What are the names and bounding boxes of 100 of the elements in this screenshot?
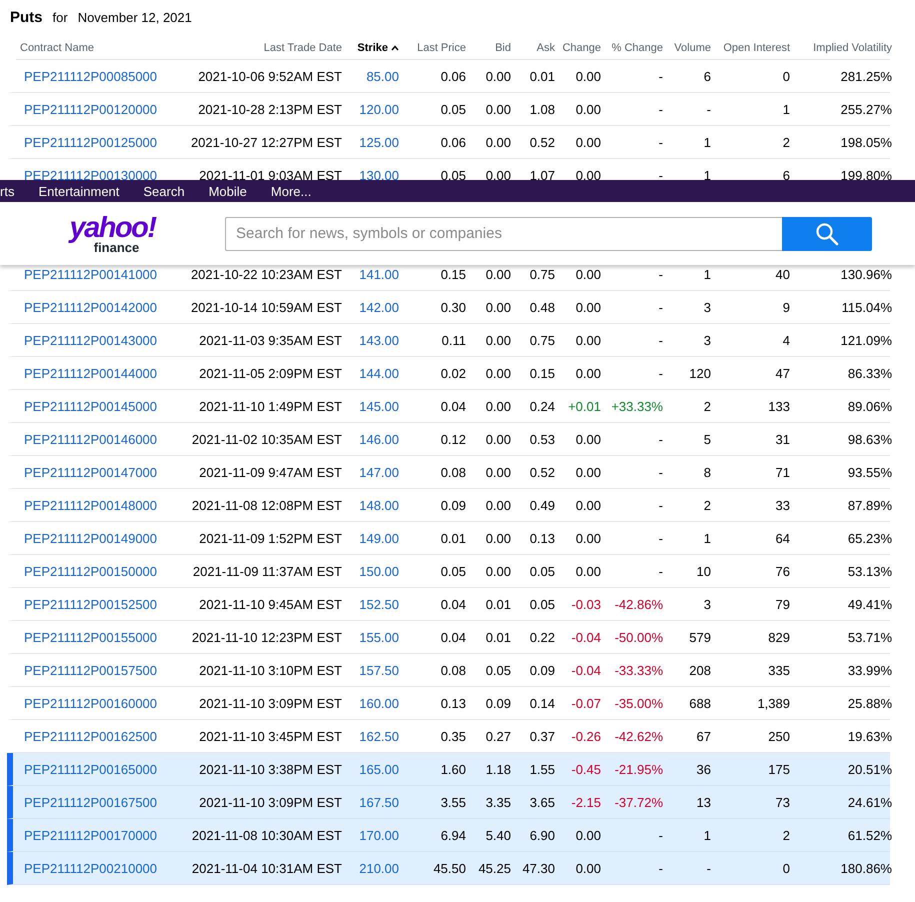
column-header[interactable]: Last Trade Date (180, 42, 348, 54)
strike-link[interactable]: 143.00 (348, 332, 405, 348)
table-cell-text: 2021-10-06 9:52AM EST (197, 68, 343, 84)
column-header[interactable]: Bid (472, 42, 517, 54)
table-cell-text: 2021-10-22 10:23AM EST (190, 266, 343, 282)
table-cell-text: 2021-11-10 9:45AM EST (198, 596, 343, 612)
percent-change-cell-text: -21.95% (614, 762, 664, 776)
nav-link[interactable]: Mobile (206, 184, 269, 198)
search-button[interactable] (782, 216, 872, 250)
table-cell-text: 33.99% (846, 662, 893, 678)
change-cell-text: -0.07 (570, 696, 602, 710)
table-cell-text: 65.23% (846, 530, 893, 546)
contract-link[interactable]: PEP211112P00125000 (16, 134, 180, 150)
percent-change-cell-text: -35.00% (614, 696, 664, 710)
contract-link[interactable]: PEP211112P00167500 (16, 794, 180, 810)
column-header[interactable]: % Change (607, 42, 669, 54)
strike-link[interactable]: 167.50 (348, 794, 405, 810)
strike-link[interactable]: 141.00 (348, 266, 405, 282)
contract-link[interactable]: PEP211112P00152500 (16, 596, 180, 612)
column-header[interactable]: Change (561, 42, 607, 54)
table-cell-text: 3 (702, 300, 712, 314)
contract-link[interactable]: PEP211112P00085000 (16, 68, 180, 84)
contract-link[interactable]: PEP211112P00210000 (16, 860, 180, 876)
contract-link[interactable]: PEP211112P00142000 (16, 300, 180, 314)
strike-link[interactable]: 85.00 (348, 68, 405, 84)
column-header[interactable]: Strike (348, 42, 405, 54)
table-cell-text: 0.27 (484, 728, 512, 744)
nav-link[interactable]: More... (268, 184, 334, 198)
table-cell-text: 0.09 (440, 498, 467, 512)
table-cell-text: 31 (774, 432, 791, 446)
contract-link[interactable]: PEP211112P00157500 (16, 662, 180, 678)
column-header[interactable]: Implied Volatility (796, 42, 898, 54)
table-cell-text: 0.13 (528, 530, 556, 546)
table-cell-text: 0.00 (484, 564, 512, 578)
table-cell-text: 0.08 (440, 662, 467, 678)
strike-link[interactable]: 125.00 (348, 134, 405, 150)
table-cell-text: 1 (702, 168, 712, 182)
contract-link[interactable]: PEP211112P00120000 (16, 102, 180, 116)
contract-link[interactable]: PEP211112P00144000 (16, 366, 180, 380)
strike-link[interactable]: 157.50 (348, 662, 405, 678)
strike-link[interactable]: 144.00 (348, 366, 405, 380)
contract-link[interactable]: PEP211112P00170000 (16, 828, 180, 842)
contract-link[interactable]: PEP211112P00145000 (16, 398, 180, 414)
table-cell-text: 829 (767, 630, 791, 644)
table-cell-text: 64 (774, 530, 791, 546)
contract-link[interactable]: PEP211112P00155000 (16, 630, 180, 644)
sort-caret-icon (391, 44, 399, 50)
strike-link[interactable]: 147.00 (348, 464, 405, 480)
strike-link[interactable]: 155.00 (348, 630, 405, 644)
strike-link[interactable]: 142.00 (348, 300, 405, 314)
strike-link[interactable]: 160.00 (348, 696, 405, 710)
contract-link[interactable]: PEP211112P00130000 (16, 168, 180, 182)
column-header[interactable]: Volume (669, 42, 717, 54)
table-cell-text: 2021-11-10 3:38PM EST (198, 762, 343, 776)
column-header[interactable]: Contract Name (16, 42, 180, 54)
column-header[interactable]: Last Price (405, 42, 472, 54)
nav-link[interactable]: Search (141, 184, 207, 198)
contract-link[interactable]: PEP211112P00146000 (16, 432, 180, 446)
search-field[interactable]: Search for news, symbols or companies (225, 216, 782, 250)
contract-link[interactable]: PEP211112P00162500 (16, 728, 180, 744)
contract-link[interactable]: PEP211112P00141000 (16, 266, 180, 282)
strike-link[interactable]: 210.00 (348, 860, 405, 876)
strike-link[interactable]: 148.00 (348, 498, 405, 512)
table-cell-text: 53.71% (846, 630, 893, 644)
strike-link[interactable]: 146.00 (348, 432, 405, 446)
change-cell-text: 0.00 (574, 432, 602, 446)
strike-link[interactable]: 149.00 (348, 530, 405, 546)
strike-link[interactable]: 150.00 (348, 564, 405, 578)
logo[interactable]: yahoo! finance (0, 214, 225, 254)
nav-link[interactable]: rts (0, 184, 14, 198)
contract-link[interactable]: PEP211112P00160000 (16, 696, 180, 710)
contract-link[interactable]: PEP211112P00165000 (16, 762, 180, 776)
nav-link[interactable]: Entertainment (36, 184, 142, 198)
strike-link[interactable]: 170.00 (348, 828, 405, 842)
contract-link[interactable]: PEP211112P00150000 (16, 564, 180, 578)
percent-change-cell-text: - (658, 860, 664, 876)
table-cell-text: 0.00 (484, 300, 512, 314)
strike-link[interactable]: 120.00 (348, 102, 405, 116)
strike-link[interactable]: 145.00 (348, 398, 405, 414)
table-cell-text: 1 (702, 266, 712, 282)
contract-link[interactable]: PEP211112P00143000 (16, 332, 180, 348)
strike-link[interactable]: 165.00 (348, 762, 405, 776)
contract-link[interactable]: PEP211112P00147000 (16, 464, 180, 480)
contract-link[interactable]: PEP211112P00148000 (16, 498, 180, 512)
strike-link[interactable]: 162.50 (348, 728, 405, 744)
strike-link[interactable]: 152.50 (348, 596, 405, 612)
column-header[interactable]: Ask (517, 42, 561, 54)
table-cell-text: 133 (767, 398, 791, 414)
contract-link[interactable]: PEP211112P00149000 (16, 530, 180, 546)
table-cell-text: 1.60 (440, 762, 467, 776)
table-cell-text: 76 (774, 564, 791, 578)
table-cell-text: 1 (702, 828, 712, 842)
column-header[interactable]: Open Interest (717, 42, 796, 54)
table-cell-text: 2021-11-10 3:09PM EST (198, 794, 343, 810)
table-cell-text: 45.25 (477, 860, 512, 876)
table-cell-text: 281.25% (840, 68, 893, 84)
table-cell-text: 0.75 (528, 266, 556, 282)
percent-change-cell-text: - (658, 564, 664, 578)
table-cell-text: 250 (767, 728, 791, 744)
strike-link[interactable]: 130.00 (348, 168, 405, 182)
